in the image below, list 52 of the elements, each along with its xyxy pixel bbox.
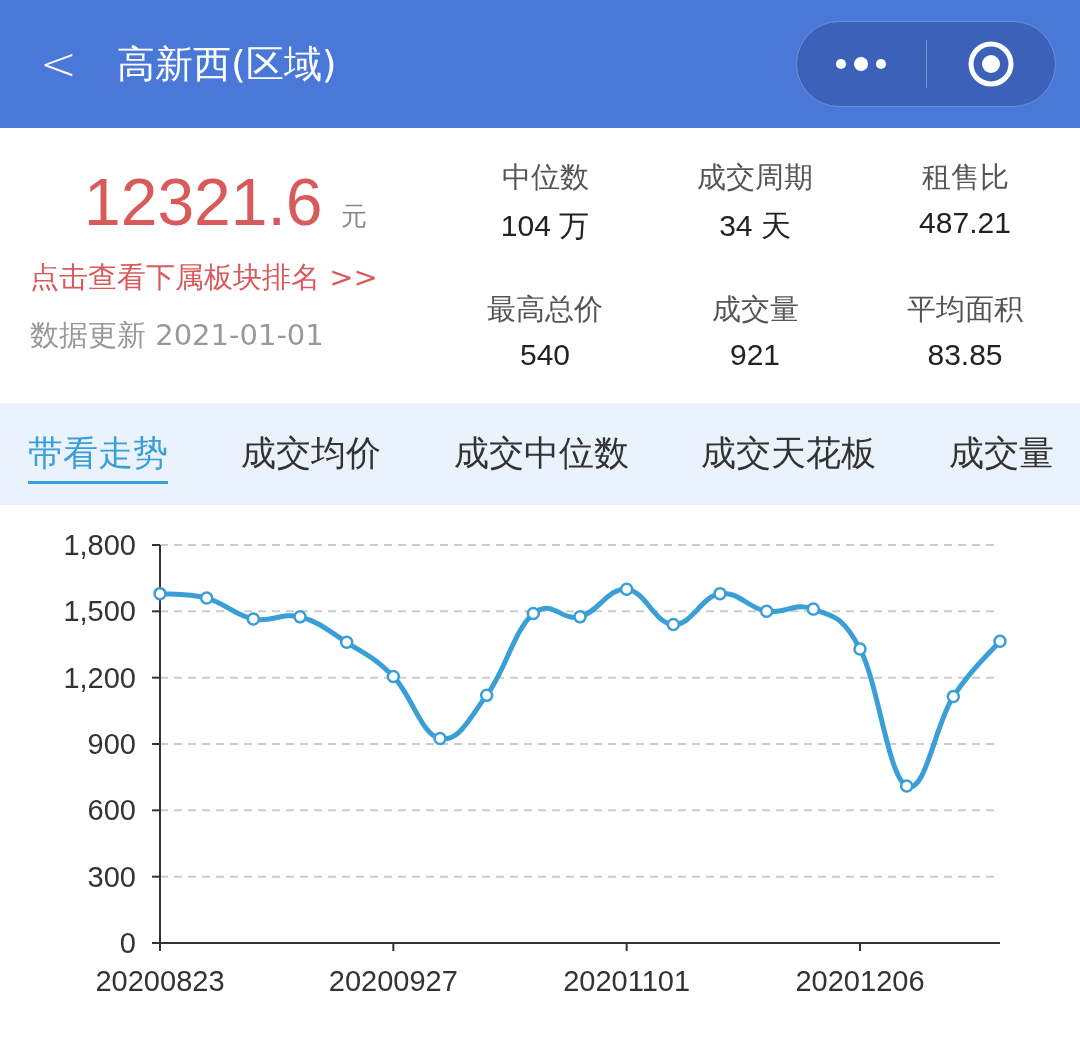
stat-value: 83.85	[927, 338, 1003, 372]
y-tick-label: 600	[87, 794, 136, 827]
data-point	[946, 689, 961, 704]
data-point	[386, 669, 401, 684]
stat-value: 34 天	[719, 208, 791, 244]
data-point	[199, 591, 214, 605]
stat-value: 104 万	[500, 208, 590, 244]
data-point	[993, 634, 1007, 648]
stat-label: 中位数	[501, 159, 589, 196]
page-title: 高新西(区域)	[116, 40, 338, 88]
data-point	[759, 604, 774, 619]
data-point	[619, 582, 634, 596]
data-point	[666, 617, 681, 632]
stat-label: 成交量	[711, 291, 799, 328]
data-point	[806, 602, 821, 616]
tab[interactable]: 成交量	[949, 424, 1054, 484]
price: 12321.6	[84, 164, 323, 240]
y-tick-label: 1,500	[63, 595, 136, 628]
tab[interactable]: 成交天花板	[701, 424, 877, 484]
y-tick-label: 300	[87, 860, 136, 893]
data-point	[899, 779, 914, 793]
back-button[interactable]: <	[40, 42, 77, 86]
x-tick-label: 20201206	[795, 965, 925, 997]
data-point	[433, 731, 447, 746]
stat-label: 租售比	[921, 159, 1009, 196]
data-point	[853, 642, 867, 656]
stat-label: 成交周期	[697, 159, 813, 196]
tab[interactable]: 成交中位数	[453, 424, 629, 484]
y-tick-label: 1,200	[63, 661, 136, 694]
price-unit: 元	[340, 200, 367, 233]
data-point	[339, 635, 354, 650]
tab[interactable]: 成交均价	[240, 424, 381, 484]
y-tick-label: 0	[119, 927, 136, 959]
data-point	[713, 586, 727, 601]
ranking-link[interactable]: 点击查看下属板块排名 >>	[30, 258, 440, 298]
x-tick-label: 20200823	[95, 965, 225, 997]
data-point	[153, 586, 167, 601]
x-tick-label: 20200927	[328, 965, 458, 997]
stat-value: 540	[519, 338, 571, 372]
y-tick-label: 900	[87, 728, 136, 760]
data-point	[526, 606, 541, 621]
data-point	[479, 688, 494, 703]
stat-value: 921	[729, 338, 781, 372]
data-point	[246, 612, 261, 626]
stat-label: 平均面积	[907, 291, 1023, 328]
x-tick-label: 20201101	[563, 965, 691, 997]
data-point	[293, 610, 307, 624]
stat-value: 487.21	[919, 206, 1011, 240]
update-date: 数据更新 2021-01-01	[30, 317, 325, 354]
stat-label: 最高总价	[487, 291, 603, 328]
y-tick-label: 1,800	[63, 529, 136, 561]
data-point	[573, 610, 587, 624]
